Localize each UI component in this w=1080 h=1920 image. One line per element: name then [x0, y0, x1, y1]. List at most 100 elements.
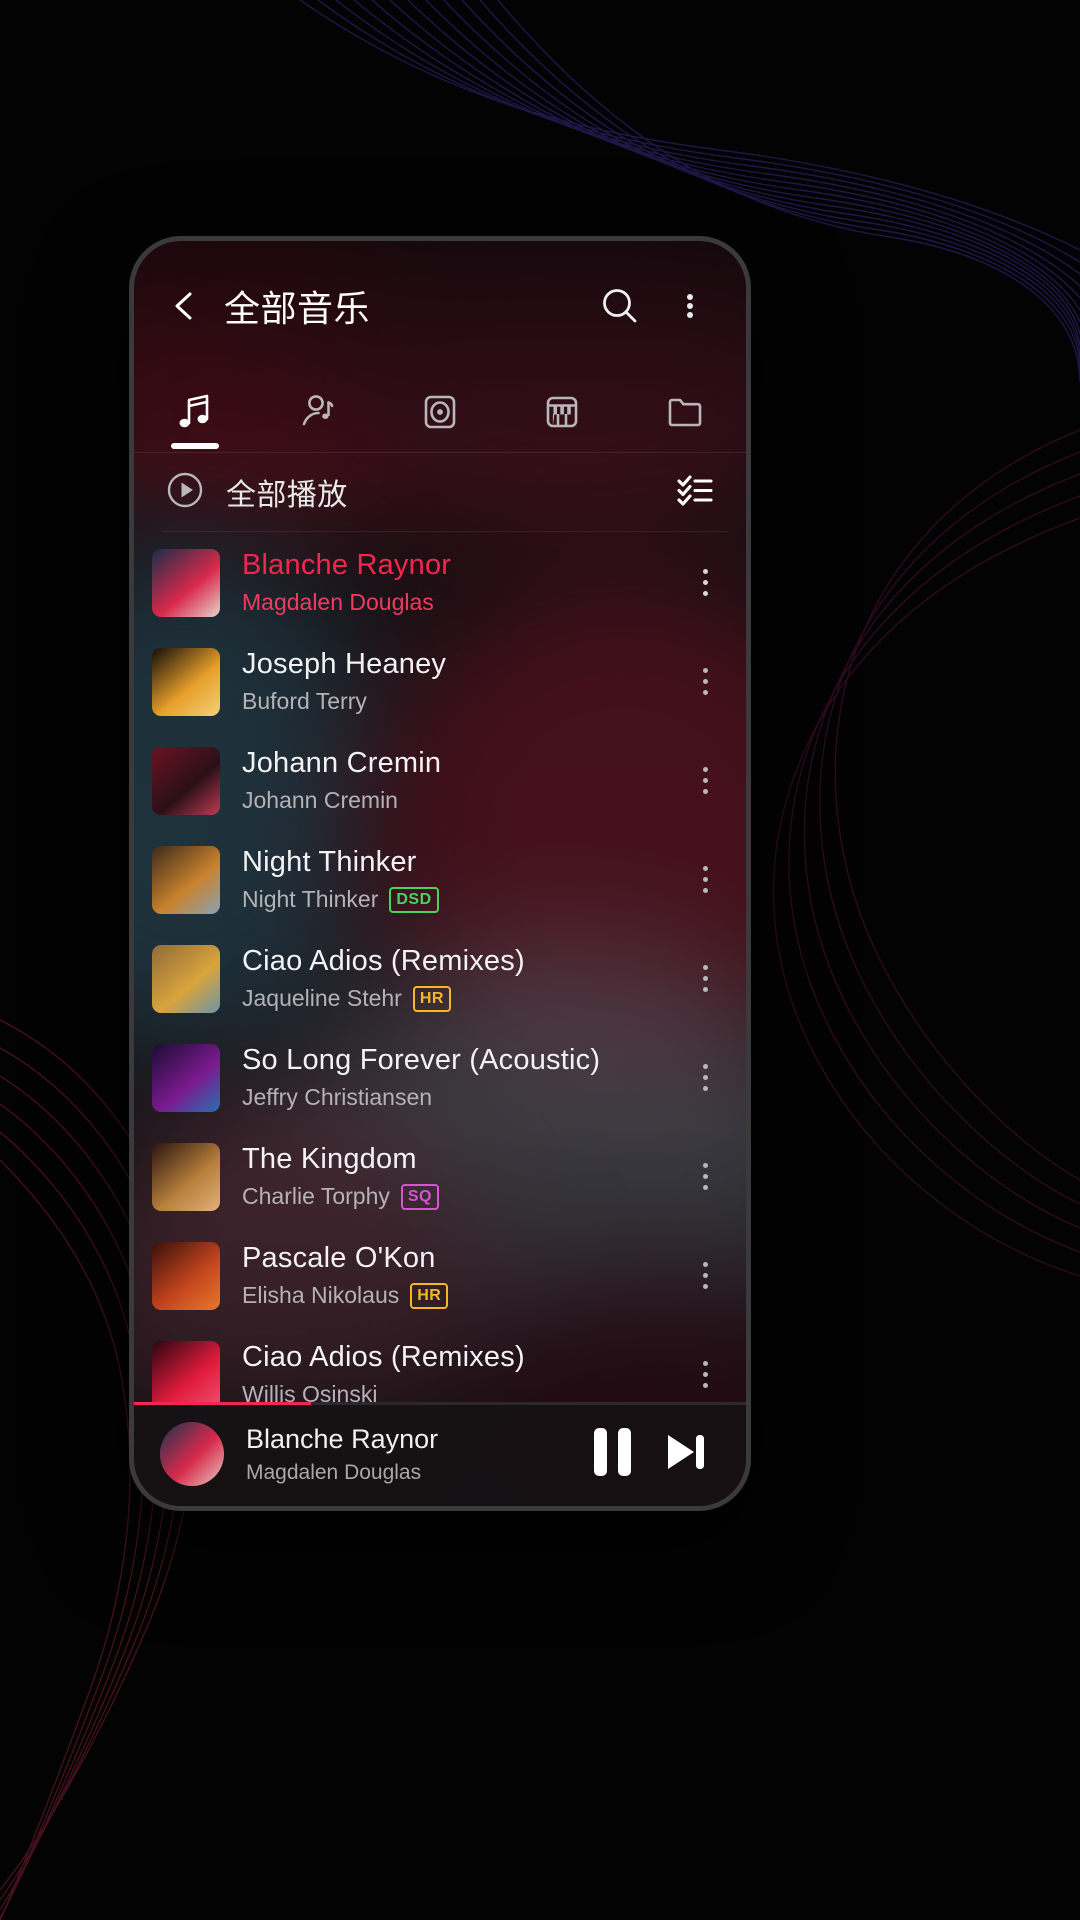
song-meta: Joseph Heaney Buford Terry — [242, 648, 676, 715]
tab-genres[interactable] — [501, 371, 623, 453]
piano-keys-icon — [539, 389, 585, 435]
song-meta: So Long Forever (Acoustic) Jeffry Christi… — [242, 1044, 676, 1111]
tab-active-indicator — [171, 443, 220, 449]
song-artist: Johann Cremin — [242, 787, 398, 813]
album-art-thumbnail — [152, 845, 220, 914]
song-subtitle: Jeffry Christiansen — [242, 1084, 676, 1111]
skip-next-button[interactable] — [648, 1418, 720, 1490]
album-art-thumbnail — [152, 548, 220, 617]
quality-badge: HR — [410, 1282, 449, 1309]
song-title: So Long Forever (Acoustic) — [242, 1044, 601, 1076]
song-title: Joseph Heaney — [242, 648, 447, 680]
song-overflow-menu-icon[interactable] — [676, 1259, 734, 1292]
song-meta: Johann Cremin Johann Cremin — [242, 747, 676, 814]
song-subtitle: Willis Osinski — [242, 1381, 676, 1402]
app-header: 全部音乐 — [134, 241, 746, 371]
song-artist: Buford Terry — [242, 688, 367, 714]
playback-progress-track[interactable] — [134, 1402, 746, 1405]
song-subtitle: Night Thinker DSD — [242, 886, 676, 913]
song-row[interactable]: Night Thinker Night Thinker DSD — [134, 830, 746, 929]
song-overflow-menu-icon[interactable] — [676, 1160, 734, 1193]
song-artist: Elisha Nikolaus — [242, 1282, 400, 1308]
song-meta: Blanche Raynor Magdalen Douglas — [242, 549, 676, 616]
song-overflow-menu-icon[interactable] — [676, 764, 734, 797]
song-subtitle: Jaqueline Stehr HR — [242, 985, 676, 1012]
song-title: Ciao Adios (Remixes) — [242, 1341, 525, 1373]
song-row[interactable]: Ciao Adios (Remixes) Jaqueline Stehr HR — [134, 929, 746, 1028]
song-list[interactable]: Blanche Raynor Magdalen Douglas Joseph Hea… — [134, 533, 746, 1402]
album-art-thumbnail — [152, 746, 220, 815]
song-title: Johann Cremin — [242, 747, 442, 779]
album-art-thumbnail — [152, 1340, 220, 1402]
mini-player-bar[interactable]: Blanche Raynor Magdalen Douglas — [134, 1402, 746, 1506]
song-overflow-menu-icon[interactable] — [676, 1358, 734, 1391]
album-art-thumbnail — [152, 647, 220, 716]
song-overflow-menu-icon[interactable] — [676, 1061, 734, 1094]
song-title: Blanche Raynor — [242, 549, 452, 581]
now-playing-artist: Magdalen Douglas — [246, 1460, 422, 1484]
song-subtitle: Johann Cremin — [242, 787, 676, 814]
tab-folders[interactable] — [624, 371, 746, 453]
album-art-thumbnail — [152, 1142, 220, 1211]
phone-device-frame: 全部音乐 全部播放 Blanche Raynor Magdalen Dougla… — [129, 236, 751, 1511]
song-title: Pascale O'Kon — [242, 1242, 436, 1274]
song-row[interactable]: Johann Cremin Johann Cremin — [134, 731, 746, 830]
song-artist: Charlie Torphy — [242, 1183, 390, 1209]
song-meta: Ciao Adios (Remixes) Jaqueline Stehr HR — [242, 945, 676, 1012]
now-playing-artwork[interactable] — [160, 1422, 224, 1486]
album-art-thumbnail — [152, 1241, 220, 1310]
song-title: The Kingdom — [242, 1143, 417, 1175]
song-meta: The Kingdom Charlie Torphy SQ — [242, 1143, 676, 1210]
now-playing-title: Blanche Raynor — [246, 1423, 439, 1454]
song-row[interactable]: Joseph Heaney Buford Terry — [134, 632, 746, 731]
quality-badge: HR — [412, 985, 451, 1012]
song-overflow-menu-icon[interactable] — [676, 665, 734, 698]
song-row[interactable]: So Long Forever (Acoustic) Jeffry Christi… — [134, 1028, 746, 1127]
song-row[interactable]: Ciao Adios (Remixes) Willis Osinski — [134, 1325, 746, 1402]
skip-next-icon — [656, 1424, 712, 1485]
checklist-icon[interactable] — [672, 467, 718, 518]
page-title: 全部音乐 — [224, 288, 371, 329]
folder-icon — [662, 389, 708, 435]
album-art-thumbnail — [152, 1043, 220, 1112]
song-meta: Ciao Adios (Remixes) Willis Osinski — [242, 1341, 676, 1402]
song-subtitle: Charlie Torphy SQ — [242, 1183, 676, 1210]
play-all-divider — [162, 531, 728, 532]
quality-badge: DSD — [389, 886, 439, 913]
song-artist: Magdalen Douglas — [242, 589, 434, 615]
playback-progress-fill — [134, 1402, 312, 1405]
song-overflow-menu-icon[interactable] — [676, 962, 734, 995]
tab-artists[interactable] — [256, 371, 378, 453]
play-circle-icon[interactable] — [162, 467, 208, 518]
song-overflow-menu-icon[interactable] — [676, 863, 734, 896]
now-playing-meta: Blanche Raynor Magdalen Douglas — [246, 1424, 576, 1485]
phone-screen: 全部音乐 全部播放 Blanche Raynor Magdalen Dougla… — [134, 241, 746, 1506]
kebab-menu-icon[interactable] — [664, 280, 716, 332]
tab-albums[interactable] — [379, 371, 501, 453]
song-artist: Willis Osinski — [242, 1381, 378, 1402]
music-note-icon — [172, 389, 218, 435]
song-row[interactable]: The Kingdom Charlie Torphy SQ — [134, 1127, 746, 1226]
pause-button[interactable] — [576, 1418, 648, 1490]
song-subtitle: Buford Terry — [242, 688, 676, 715]
song-row[interactable]: Blanche Raynor Magdalen Douglas — [134, 533, 746, 632]
song-artist: Jeffry Christiansen — [242, 1084, 433, 1110]
song-title: Night Thinker — [242, 846, 417, 878]
play-all-row[interactable]: 全部播放 — [134, 453, 746, 531]
chevron-left-icon[interactable] — [164, 285, 206, 327]
song-overflow-menu-icon[interactable] — [676, 566, 734, 599]
song-meta: Pascale O'Kon Elisha Nikolaus HR — [242, 1242, 676, 1309]
category-tab-bar — [134, 371, 746, 453]
song-artist: Night Thinker — [242, 886, 379, 912]
song-subtitle: Magdalen Douglas — [242, 589, 676, 616]
play-all-label: 全部播放 — [226, 479, 348, 512]
song-title: Ciao Adios (Remixes) — [242, 945, 525, 977]
song-artist: Jaqueline Stehr — [242, 985, 402, 1011]
song-meta: Night Thinker Night Thinker DSD — [242, 846, 676, 913]
artist-icon — [295, 389, 341, 435]
song-row[interactable]: Pascale O'Kon Elisha Nikolaus HR — [134, 1226, 746, 1325]
search-icon[interactable] — [594, 280, 646, 332]
album-art-thumbnail — [152, 944, 220, 1013]
song-subtitle: Elisha Nikolaus HR — [242, 1282, 676, 1309]
tab-songs[interactable] — [134, 371, 256, 453]
